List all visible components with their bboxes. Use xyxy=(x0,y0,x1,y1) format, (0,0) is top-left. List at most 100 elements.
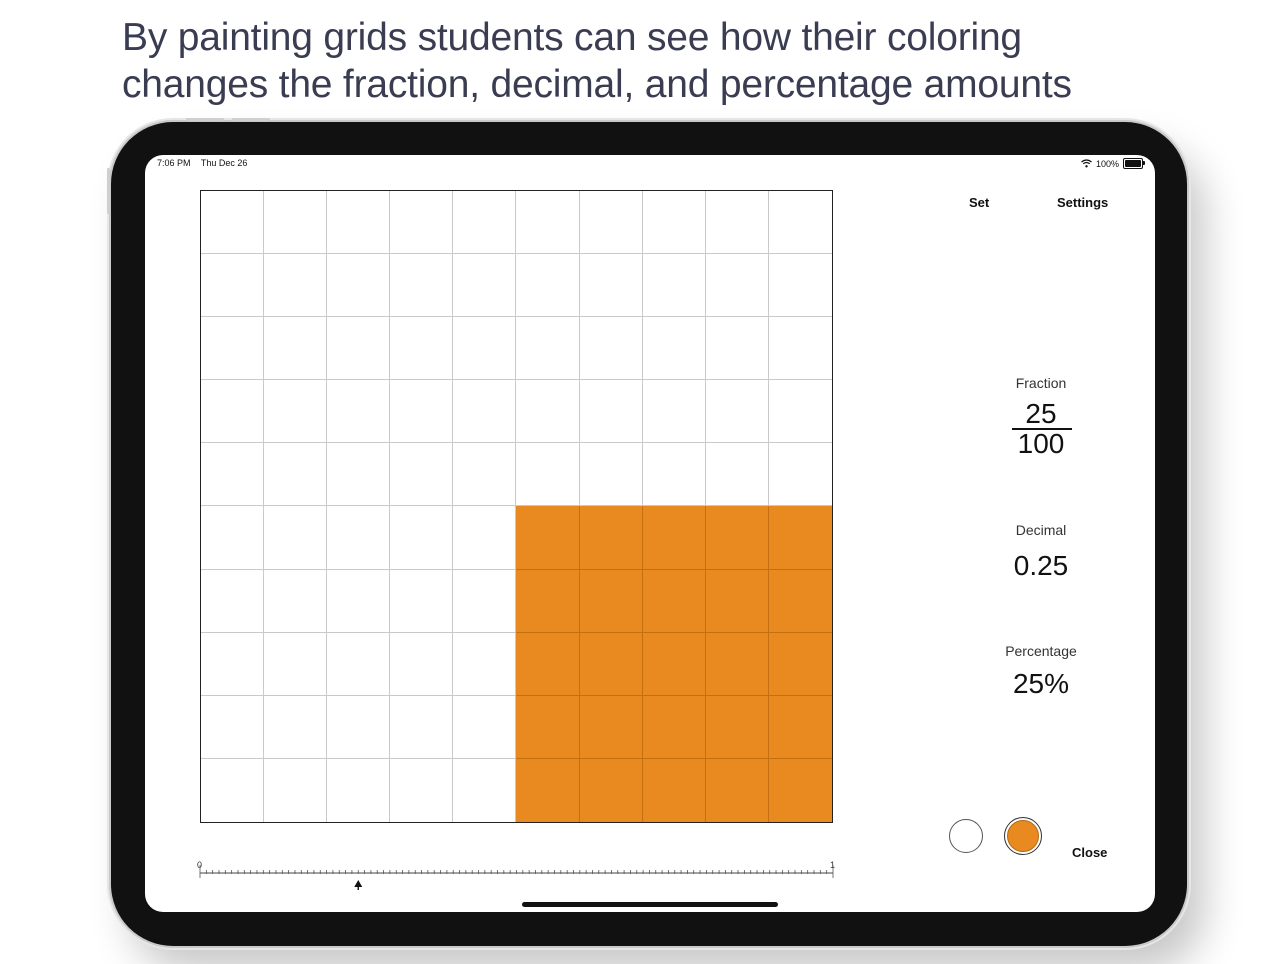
grid-cell[interactable] xyxy=(327,695,391,759)
grid-cell[interactable] xyxy=(201,254,265,318)
grid-cell[interactable] xyxy=(264,254,328,318)
grid-cell[interactable] xyxy=(264,569,328,633)
grid-cell[interactable] xyxy=(516,758,580,822)
grid-cell[interactable] xyxy=(264,506,328,570)
grid-cell[interactable] xyxy=(705,317,769,381)
hundred-grid[interactable] xyxy=(200,190,833,823)
grid-cell[interactable] xyxy=(327,380,391,444)
grid-cell[interactable] xyxy=(642,191,706,255)
grid-cell[interactable] xyxy=(201,380,265,444)
grid-cell[interactable] xyxy=(327,317,391,381)
white-color-swatch[interactable] xyxy=(949,819,983,853)
grid-cell[interactable] xyxy=(642,569,706,633)
grid-cell[interactable] xyxy=(516,317,580,381)
grid-cell[interactable] xyxy=(642,380,706,444)
grid-cell[interactable] xyxy=(201,191,265,255)
grid-cell[interactable] xyxy=(201,632,265,696)
grid-cell[interactable] xyxy=(642,317,706,381)
grid-cell[interactable] xyxy=(264,443,328,507)
grid-cell[interactable] xyxy=(642,758,706,822)
grid-cell[interactable] xyxy=(390,317,454,381)
grid-cell[interactable] xyxy=(705,758,769,822)
grid-cell[interactable] xyxy=(390,506,454,570)
grid-cell[interactable] xyxy=(390,443,454,507)
grid-cell[interactable] xyxy=(579,695,643,759)
grid-cell[interactable] xyxy=(705,632,769,696)
grid-cell[interactable] xyxy=(264,317,328,381)
close-button[interactable]: Close xyxy=(1072,845,1107,860)
grid-cell[interactable] xyxy=(642,254,706,318)
grid-cell[interactable] xyxy=(579,380,643,444)
grid-cell[interactable] xyxy=(768,506,832,570)
grid-cell[interactable] xyxy=(201,443,265,507)
grid-cell[interactable] xyxy=(390,380,454,444)
grid-cell[interactable] xyxy=(768,254,832,318)
grid-cell[interactable] xyxy=(768,695,832,759)
grid-cell[interactable] xyxy=(579,506,643,570)
grid-cell[interactable] xyxy=(642,695,706,759)
grid-cell[interactable] xyxy=(516,191,580,255)
grid-cell[interactable] xyxy=(390,632,454,696)
grid-cell[interactable] xyxy=(390,758,454,822)
grid-cell[interactable] xyxy=(390,569,454,633)
grid-cell[interactable] xyxy=(390,695,454,759)
grid-cell[interactable] xyxy=(705,695,769,759)
grid-cell[interactable] xyxy=(768,758,832,822)
grid-cell[interactable] xyxy=(264,632,328,696)
grid-cell[interactable] xyxy=(516,569,580,633)
grid-cell[interactable] xyxy=(201,506,265,570)
grid-cell[interactable] xyxy=(516,254,580,318)
grid-cell[interactable] xyxy=(327,569,391,633)
value-slider[interactable]: 0 1 xyxy=(197,860,835,890)
grid-cell[interactable] xyxy=(642,506,706,570)
grid-cell[interactable] xyxy=(705,254,769,318)
grid-cell[interactable] xyxy=(327,758,391,822)
grid-cell[interactable] xyxy=(768,569,832,633)
grid-cell[interactable] xyxy=(453,380,517,444)
grid-cell[interactable] xyxy=(516,695,580,759)
grid-cell[interactable] xyxy=(453,758,517,822)
grid-cell[interactable] xyxy=(768,443,832,507)
grid-cell[interactable] xyxy=(327,254,391,318)
settings-button[interactable]: Settings xyxy=(1057,195,1108,210)
orange-color-swatch[interactable] xyxy=(1004,817,1042,855)
grid-cell[interactable] xyxy=(453,695,517,759)
grid-cell[interactable] xyxy=(642,632,706,696)
grid-cell[interactable] xyxy=(327,443,391,507)
grid-cell[interactable] xyxy=(201,317,265,381)
grid-cell[interactable] xyxy=(453,569,517,633)
slider-pointer-icon[interactable] xyxy=(354,880,363,890)
grid-cell[interactable] xyxy=(327,191,391,255)
grid-cell[interactable] xyxy=(705,191,769,255)
grid-cell[interactable] xyxy=(579,758,643,822)
grid-cell[interactable] xyxy=(579,443,643,507)
grid-cell[interactable] xyxy=(579,569,643,633)
grid-cell[interactable] xyxy=(390,254,454,318)
grid-cell[interactable] xyxy=(264,191,328,255)
grid-cell[interactable] xyxy=(453,506,517,570)
grid-cell[interactable] xyxy=(453,317,517,381)
grid-cell[interactable] xyxy=(201,695,265,759)
grid-cell[interactable] xyxy=(327,506,391,570)
grid-cell[interactable] xyxy=(516,506,580,570)
grid-cell[interactable] xyxy=(579,254,643,318)
grid-cell[interactable] xyxy=(516,632,580,696)
grid-cell[interactable] xyxy=(705,443,769,507)
grid-cell[interactable] xyxy=(579,317,643,381)
grid-cell[interactable] xyxy=(768,317,832,381)
grid-cell[interactable] xyxy=(768,191,832,255)
grid-cell[interactable] xyxy=(264,758,328,822)
grid-cell[interactable] xyxy=(201,758,265,822)
grid-cell[interactable] xyxy=(642,443,706,507)
grid-cell[interactable] xyxy=(705,569,769,633)
grid-cell[interactable] xyxy=(453,254,517,318)
grid-cell[interactable] xyxy=(768,632,832,696)
grid-cell[interactable] xyxy=(705,380,769,444)
grid-cell[interactable] xyxy=(453,191,517,255)
grid-cell[interactable] xyxy=(264,380,328,444)
grid-cell[interactable] xyxy=(201,569,265,633)
grid-cell[interactable] xyxy=(390,191,454,255)
grid-cell[interactable] xyxy=(516,443,580,507)
set-button[interactable]: Set xyxy=(969,195,989,210)
grid-cell[interactable] xyxy=(579,632,643,696)
